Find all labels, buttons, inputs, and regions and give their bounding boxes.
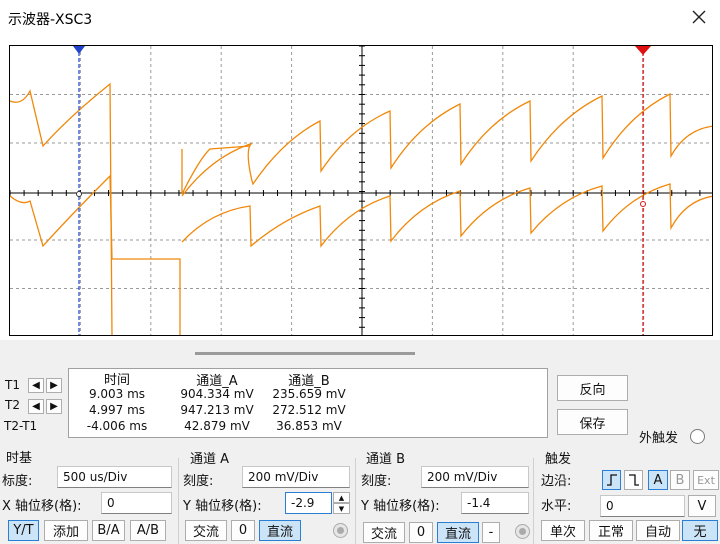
channel-b-dc-button[interactable]: 直流 (437, 522, 479, 543)
t1-channel-b: 235.659 mV (272, 387, 346, 401)
t1-right-arrow-icon[interactable]: ▶ (46, 378, 62, 393)
cursor-1-marker-icon (73, 46, 85, 54)
trigger-single-button[interactable]: 单次 (541, 520, 585, 541)
delta-channel-a: 42.879 mV (184, 419, 250, 433)
timebase-title: 时基 (6, 451, 33, 466)
channel-a-scale-label: 刻度: (183, 474, 214, 489)
title-bar: 示波器-XSC3 (0, 0, 720, 34)
timebase-scale-field[interactable]: 500 us/Div (57, 466, 172, 488)
axes (10, 46, 712, 335)
ext-trigger-label: 外触发 (639, 431, 679, 446)
channel-a-zero-button[interactable]: 0 (231, 520, 255, 541)
trigger-source-a-button[interactable]: A (648, 470, 668, 490)
channel-b-ypos-field[interactable]: -1.4 (461, 492, 529, 514)
trigger-level-label: 水平: (541, 499, 572, 514)
channel-b-scale-field[interactable]: 200 mV/Div (421, 466, 529, 488)
cursor-1-point (76, 191, 82, 197)
spin-down-icon[interactable]: ▼ (333, 503, 350, 514)
channel-a-ypos-field[interactable]: -2.9 (285, 492, 332, 514)
section-divider (178, 458, 179, 544)
t1-label: T1 (5, 378, 20, 392)
rising-edge-icon[interactable] (602, 470, 621, 490)
t2-time: 4.997 ms (88, 403, 146, 417)
window-title: 示波器-XSC3 (8, 12, 93, 28)
trigger-none-button[interactable]: 无 (682, 520, 718, 541)
trigger-auto-button[interactable]: 自动 (636, 520, 680, 541)
x-position-label: X 轴位移(格): (2, 499, 82, 514)
t2-label: T2 (5, 398, 20, 412)
channel-a-waveform (181, 92, 712, 197)
trigger-source-ext-button[interactable]: Ext (693, 470, 719, 490)
mode-add-button[interactable]: 添加 (44, 520, 88, 541)
channel-a-scale-field[interactable]: 200 mV/Div (242, 466, 350, 488)
scope-screen (9, 45, 713, 336)
timebase-scale-label: 标度: (2, 474, 33, 489)
t2-right-arrow-icon[interactable]: ▶ (46, 399, 62, 414)
x-position-field[interactable]: 0 (101, 492, 172, 514)
channel-a-radio (333, 523, 348, 538)
channel-a-ac-button[interactable]: 交流 (185, 520, 227, 541)
trigger-title: 触发 (545, 452, 572, 467)
channel-b-zero-button[interactable]: 0 (409, 522, 433, 543)
channel-b-scale-label: 刻度: (361, 474, 392, 489)
channel-b-title: 通道 B (366, 452, 406, 467)
t2-channel-b: 272.512 mV (272, 403, 346, 417)
waveform-display (10, 46, 712, 335)
section-divider (355, 458, 356, 544)
spin-up-icon[interactable]: ▲ (333, 492, 350, 503)
trigger-source-b-button[interactable]: B (670, 470, 690, 490)
trigger-edge-label: 边沿: (541, 474, 572, 489)
channel-b-waveform (10, 174, 113, 260)
channel-a-waveform (10, 82, 181, 335)
reverse-button[interactable]: 反向 (557, 375, 628, 401)
delta-time: -4.006 ms (86, 419, 148, 433)
trigger-normal-button[interactable]: 正常 (589, 520, 633, 541)
mode-ab-button[interactable]: A/B (130, 520, 166, 541)
time-header: 时间 (103, 373, 130, 388)
measurement-panel: 时间 通道_A 通道_B 9.003 ms 904.334 mV 235.659… (68, 368, 548, 438)
t2-left-arrow-icon[interactable]: ◀ (28, 399, 44, 414)
channel-a-dc-button[interactable]: 直流 (259, 520, 301, 541)
t2-t1-label: T2-T1 (4, 419, 38, 433)
t1-time: 9.003 ms (88, 387, 146, 401)
close-icon[interactable] (688, 6, 710, 28)
channel-a-ypos-label: Y 轴位移(格): (183, 499, 262, 514)
channel-b-radio (515, 524, 530, 539)
delta-channel-b: 36.853 mV (276, 419, 342, 433)
trigger-level-field[interactable]: 0 (600, 495, 685, 517)
trigger-level-unit[interactable]: V (688, 495, 716, 517)
t2-channel-a: 947.213 mV (180, 403, 254, 417)
t1-channel-a: 904.334 mV (180, 387, 254, 401)
mode-yt-button[interactable]: Y/T (8, 520, 39, 541)
section-divider (533, 458, 534, 544)
falling-edge-icon[interactable] (624, 470, 643, 490)
channel-b-minus-button[interactable]: - (482, 522, 500, 543)
channel-a-waveform (181, 145, 251, 195)
channel-b-ypos-label: Y 轴位移(格): (361, 499, 440, 514)
channel-b-ac-button[interactable]: 交流 (363, 522, 405, 543)
h-scrollbar[interactable] (195, 352, 415, 355)
ext-trigger-radio[interactable] (690, 429, 705, 444)
channel-a-title: 通道 A (190, 452, 230, 467)
t1-left-arrow-icon[interactable]: ◀ (28, 378, 44, 393)
mode-ba-button[interactable]: B/A (92, 520, 125, 541)
save-button[interactable]: 保存 (557, 409, 628, 435)
cursor-2-marker-icon (635, 46, 651, 55)
cursor-2-point (640, 201, 646, 207)
